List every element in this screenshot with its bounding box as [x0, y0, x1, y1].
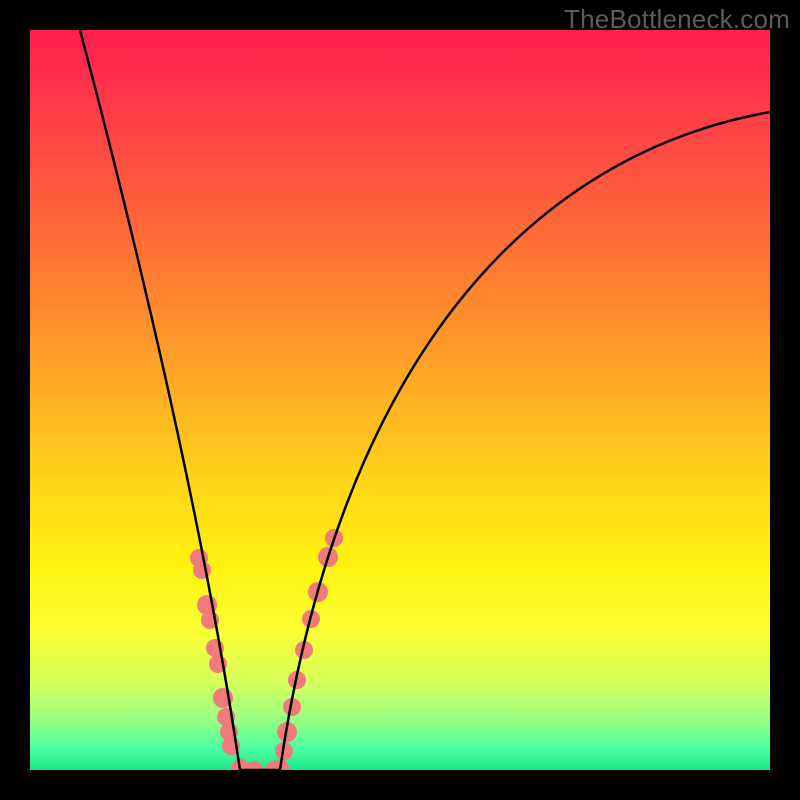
plot-area [30, 30, 770, 770]
bottleneck-curve [80, 30, 770, 770]
scatter-beads [190, 529, 343, 770]
scatter-bead [193, 561, 211, 579]
scatter-bead [245, 761, 263, 770]
curve-layer [30, 30, 770, 770]
chart-frame: TheBottleneck.com [0, 0, 800, 800]
